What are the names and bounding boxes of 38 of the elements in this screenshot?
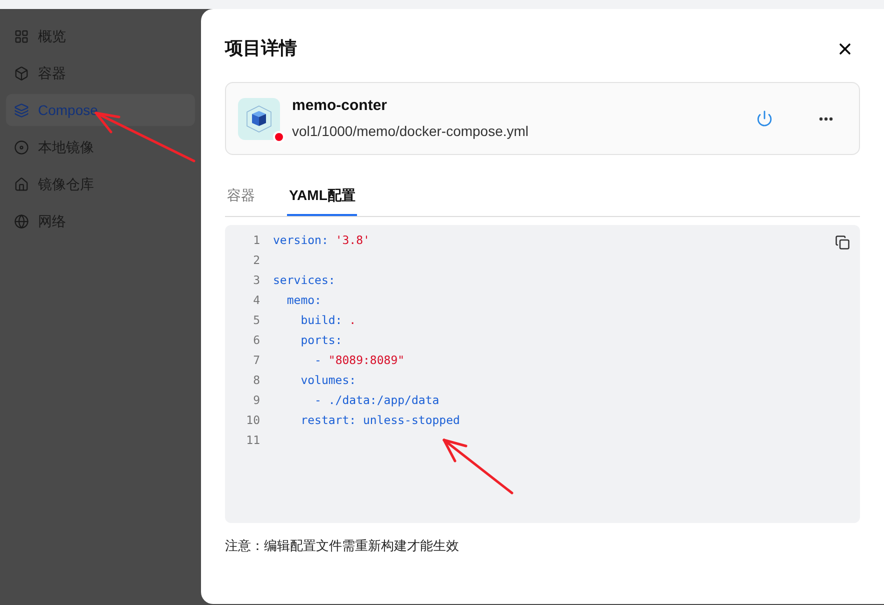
tab[interactable]: 容器 (225, 177, 257, 216)
code-line: build: . (300, 312, 356, 330)
line-number: 8 (252, 372, 261, 390)
line-number: 9 (252, 392, 261, 410)
sidebar-item[interactable]: Compose (6, 94, 195, 126)
note-text: 注意：编辑配置文件需重新构建才能生效 (225, 537, 460, 555)
copy-icon[interactable] (835, 235, 850, 250)
layers-icon (14, 102, 29, 118)
code-line: memo: (286, 292, 322, 310)
tab[interactable]: YAML配置 (287, 177, 358, 216)
house-icon (14, 176, 29, 192)
code-line: version: '3.8' (273, 232, 370, 250)
cubes-logo-icon (238, 98, 280, 140)
code-editor[interactable]: 1 version: '3.8' 2 3 services: 4 memo: 5 build: . 6 ports: 7 - "8089:8089" 8 volumes: 9 - ./data:/app/data 10 restart: unless-stopped 11 (225, 225, 860, 523)
project-name: memo-conter (292, 96, 388, 116)
line-number: 6 (252, 332, 261, 350)
more-icon (819, 116, 833, 120)
line-number: 7 (252, 352, 261, 370)
code-line: services: (273, 272, 336, 290)
dialog-title: 项目详情 (225, 37, 297, 60)
code-line: volumes: (300, 372, 356, 390)
power-icon (756, 110, 773, 127)
globe-icon (14, 214, 29, 228)
line-number: 3 (252, 272, 261, 290)
disc-icon (14, 140, 29, 154)
line-number: 1 (252, 232, 261, 250)
line-number: 2 (252, 252, 261, 270)
grid-icon (14, 28, 29, 44)
line-number: 10 (245, 412, 261, 430)
line-number: 11 (245, 432, 261, 450)
code-line: ports: (300, 332, 342, 350)
project-path: vol1/1000/memo/docker-compose.yml (292, 122, 530, 141)
cube-icon (14, 66, 29, 80)
code-line: restart: unless-stopped (300, 412, 460, 430)
code-line: - "8089:8089" (314, 352, 405, 370)
line-number: 4 (252, 292, 261, 310)
code-line: - ./data:/app/data (314, 392, 440, 410)
line-number: 5 (252, 312, 261, 330)
